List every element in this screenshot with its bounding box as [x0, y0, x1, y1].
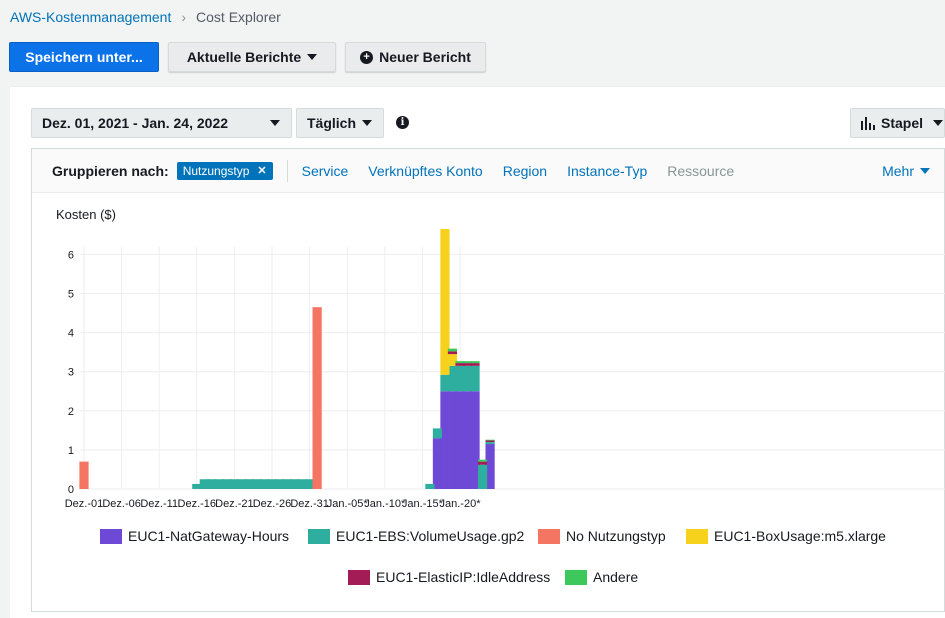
x-tick-label: Dez.-26 [253, 498, 292, 510]
legend-item[interactable]: No Nutzungstyp [538, 528, 666, 544]
group-option-service[interactable]: Service [302, 163, 349, 179]
chevron-right-icon: › [181, 9, 187, 25]
chart-style-select[interactable]: Stapel [850, 108, 945, 138]
legend-item[interactable]: EUC1-ElasticIP:IdleAddress [348, 569, 550, 585]
x-tick-label: Dez.-16 [178, 498, 217, 510]
legend-swatch [348, 569, 370, 585]
legend-label: EUC1-NatGateway-Hours [128, 528, 290, 544]
granularity-value: Täglich [307, 115, 357, 131]
bar-segment [425, 483, 435, 489]
legend-swatch [686, 528, 708, 544]
legend-item[interactable]: EUC1-EBS:VolumeUsage.gp2 [308, 528, 524, 544]
save-as-button[interactable]: Speichern unter... [9, 42, 159, 72]
group-by-bar: Gruppieren nach: Nutzungstyp ✕ Service V… [32, 149, 944, 193]
breadcrumb-current: Cost Explorer [196, 9, 281, 25]
group-by-chip[interactable]: Nutzungstyp ✕ [176, 161, 273, 180]
recent-reports-label: Aktuelle Berichte [186, 49, 302, 65]
legend-item[interactable]: EUC1-BoxUsage:m5.xlarge [686, 528, 886, 544]
bar-segment [447, 348, 458, 352]
chart-container: Gruppieren nach: Nutzungstyp ✕ Service V… [31, 148, 945, 612]
group-option-linked-account[interactable]: Verknüpftes Konto [368, 163, 482, 179]
x-tick-label: Dez.-06 [102, 498, 141, 510]
cost-chart: 0123456Dez.-01 Dez.-06 Dez.-11 Dez.-16 Dez.-… [65, 229, 945, 510]
plus-circle-icon: + [360, 50, 374, 64]
legend-label: EUC1-ElasticIP:IdleAddress [376, 569, 551, 585]
bar-segment [485, 440, 495, 443]
y-tick-label: 1 [68, 445, 74, 457]
x-tick-label: Dez.-01 [65, 498, 104, 510]
save-as-label: Speichern unter... [25, 49, 143, 65]
group-option-instance-type[interactable]: Instance-Typ [567, 163, 647, 179]
y-tick-label: 4 [68, 328, 74, 340]
caret-down-icon [920, 167, 930, 174]
y-tick-label: 5 [68, 289, 74, 301]
x-tick-label: Dez.-11 [140, 498, 178, 510]
x-tick-label: Jan.-10* [364, 498, 406, 510]
legend-label: Andere [593, 569, 639, 585]
caret-down-icon [362, 120, 372, 126]
caret-down-icon [933, 120, 944, 126]
close-icon[interactable]: ✕ [257, 164, 266, 177]
bar-segment [432, 428, 443, 439]
bar-segment [447, 351, 458, 355]
x-tick-label: Dez.-31 [290, 498, 329, 510]
bar-segment [312, 307, 322, 489]
y-tick-label: 3 [68, 367, 74, 379]
bar-segment [470, 363, 480, 366]
bar-segment [79, 461, 89, 489]
chart-style-value: Stapel [881, 115, 924, 131]
x-tick-label: Dez.-21 [215, 498, 254, 510]
legend-item[interactable]: EUC1-NatGateway-Hours [100, 528, 289, 544]
caret-down-icon [307, 54, 318, 60]
breadcrumb: AWS-Kostenmanagement › Cost Explorer [10, 8, 281, 26]
bar-segment [477, 461, 488, 465]
new-report-button[interactable]: + Neuer Bericht [345, 42, 486, 72]
bar-chart-icon [861, 116, 875, 130]
x-tick-label: Jan.-05* [327, 498, 369, 510]
y-tick-label: 0 [68, 484, 74, 496]
y-tick-label: 6 [68, 249, 74, 261]
info-icon[interactable]: i [396, 116, 409, 129]
x-tick-label: Jan.-15* [402, 498, 444, 510]
date-range-picker[interactable]: Dez. 01, 2021 - Jan. 24, 2022 [31, 108, 292, 138]
y-axis-title: Kosten ($) [56, 207, 116, 222]
group-by-label: Gruppieren nach: [52, 162, 169, 179]
legend-label: EUC1-EBS:VolumeUsage.gp2 [336, 528, 525, 544]
bar-segment [477, 464, 488, 489]
more-dropdown[interactable]: Mehr [882, 163, 930, 179]
group-option-resource: Ressource [667, 162, 735, 179]
bar-segment [470, 361, 480, 364]
legend-swatch [565, 569, 587, 585]
legend-label: No Nutzungstyp [566, 528, 666, 544]
bar-segment [485, 442, 495, 445]
date-range-value: Dez. 01, 2021 - Jan. 24, 2022 [42, 115, 229, 131]
legend-swatch [100, 528, 122, 544]
y-tick-label: 2 [68, 406, 74, 418]
recent-reports-dropdown[interactable]: Aktuelle Berichte [168, 42, 336, 72]
granularity-select[interactable]: Täglich [296, 108, 384, 138]
bar-segment [470, 365, 480, 392]
legend-label: EUC1-BoxUsage:m5.xlarge [714, 528, 886, 544]
legend-item[interactable]: Andere [565, 569, 638, 585]
new-report-label: Neuer Bericht [379, 49, 471, 65]
x-tick-label: Jan.-20* [440, 498, 482, 510]
legend-swatch [538, 528, 560, 544]
divider [286, 159, 288, 182]
legend-swatch [308, 528, 330, 544]
group-by-chip-label: Nutzungstyp [182, 163, 250, 178]
breadcrumb-parent-link[interactable]: AWS-Kostenmanagement [10, 9, 171, 25]
more-label: Mehr [882, 162, 914, 179]
caret-down-icon [270, 120, 280, 126]
group-option-region[interactable]: Region [503, 163, 547, 179]
bar-segment [485, 439, 495, 441]
bar-segment [477, 459, 488, 462]
